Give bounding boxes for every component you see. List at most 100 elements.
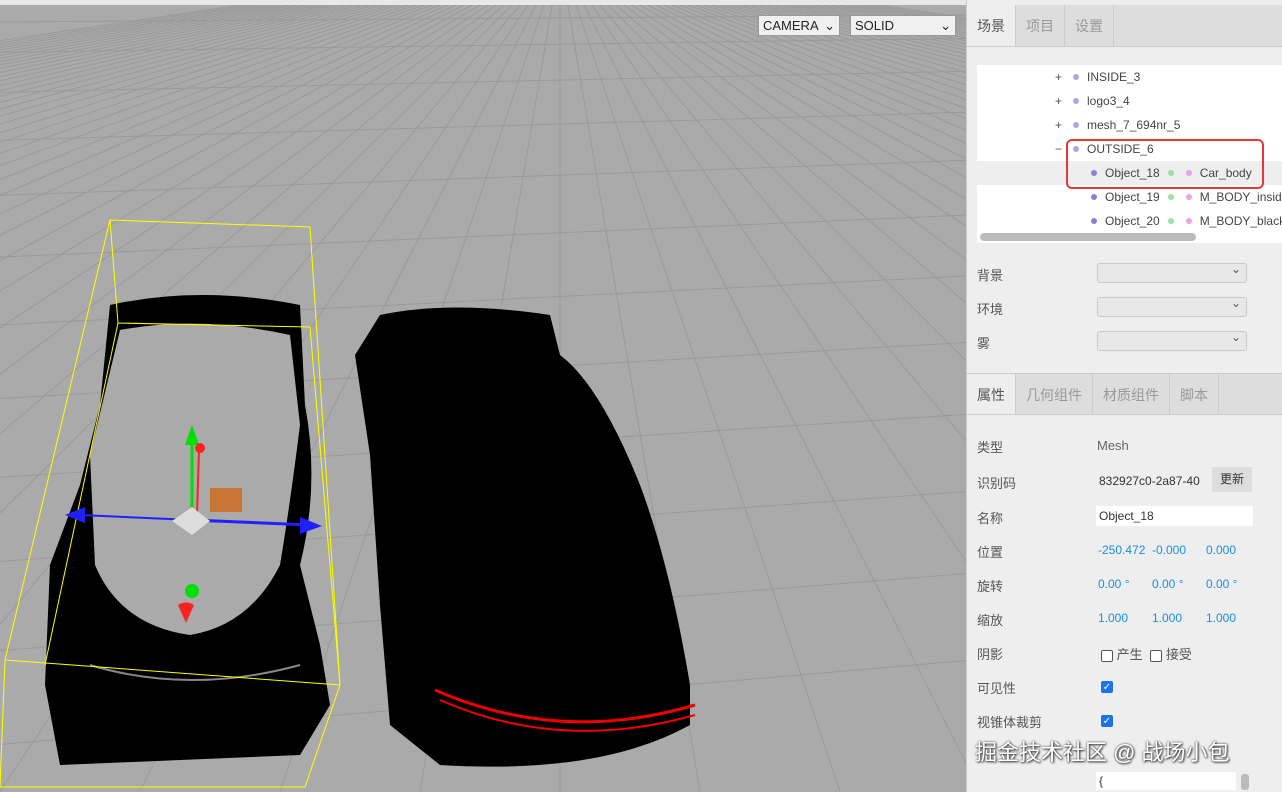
grid-line bbox=[703, 5, 966, 93]
item-label: Object_20 bbox=[1105, 214, 1160, 228]
scale-x-input[interactable]: 1.000 bbox=[1098, 611, 1128, 625]
item-label: mesh_7_694nr_5 bbox=[1087, 118, 1181, 132]
tab-settings[interactable]: 设置 bbox=[1065, 5, 1114, 46]
name-input[interactable]: Object_18 bbox=[1096, 506, 1253, 526]
car-right[interactable] bbox=[355, 307, 696, 767]
camera-select-value: CAMERA bbox=[763, 18, 819, 33]
shadow-label: 阴影 bbox=[977, 647, 1004, 662]
tab-project[interactable]: 项目 bbox=[1016, 5, 1065, 46]
frustum-culled-label: 视锥体裁剪 bbox=[977, 715, 1043, 730]
scale-label: 缩放 bbox=[977, 613, 1004, 628]
outliner-item[interactable]: Object_20 M_BODY_black bbox=[977, 209, 1282, 233]
material-dot-icon bbox=[1185, 218, 1192, 225]
visible-checkbox[interactable]: ✓ bbox=[1101, 680, 1113, 693]
grid-line bbox=[735, 5, 966, 68]
grid-line bbox=[871, 5, 966, 20]
sidebar: 场景 项目 设置 + INSIDE_3 + logo3_4 + mesh_7_694n… bbox=[966, 0, 1282, 792]
material-dot-icon bbox=[1185, 194, 1192, 201]
fog-label: 雾 bbox=[977, 336, 991, 351]
uuid-label: 识别码 bbox=[977, 476, 1017, 491]
material-label: M_BODY_inside bbox=[1199, 190, 1282, 204]
shadow-options: 产生 接受 bbox=[1101, 644, 1192, 663]
geometry-dot-icon bbox=[1167, 194, 1174, 201]
grid-line bbox=[0, 159, 966, 196]
expand-icon[interactable]: + bbox=[1055, 113, 1073, 137]
userdata-scrollbar[interactable] bbox=[1241, 774, 1249, 790]
camera-select[interactable]: CAMERA ⌄ bbox=[758, 15, 840, 36]
chevron-down-icon: ⌄ bbox=[940, 17, 951, 33]
grid-line bbox=[0, 111, 966, 141]
grid-line bbox=[695, 5, 966, 101]
tab-properties[interactable]: 属性 bbox=[967, 374, 1016, 414]
tab-script[interactable]: 脚本 bbox=[1170, 374, 1219, 414]
grid-line bbox=[759, 5, 966, 55]
expand-icon[interactable]: + bbox=[1055, 89, 1073, 113]
position-y-input[interactable]: -0.000 bbox=[1152, 543, 1186, 557]
outliner-item[interactable]: + logo3_4 bbox=[977, 89, 1282, 113]
update-uuid-button[interactable]: 更新 bbox=[1212, 467, 1252, 492]
item-label: logo3_4 bbox=[1087, 94, 1130, 108]
grid-line bbox=[639, 5, 966, 200]
grid-line bbox=[775, 5, 966, 48]
grid-line bbox=[711, 5, 966, 86]
chevron-down-icon: ⌄ bbox=[824, 17, 835, 33]
expand-icon[interactable]: + bbox=[1055, 65, 1073, 89]
object-dot-icon bbox=[1091, 218, 1097, 225]
object-dot-icon bbox=[1073, 98, 1079, 105]
cast-shadow-checkbox[interactable] bbox=[1101, 649, 1113, 662]
sidebar-tabs: 场景 项目 设置 bbox=[967, 5, 1282, 47]
object-dot-icon bbox=[1073, 122, 1079, 129]
grid-line bbox=[831, 5, 966, 29]
watermark: 掘金技术社区 @ 战场小包 bbox=[975, 740, 1230, 765]
userdata-textarea[interactable]: { bbox=[1096, 772, 1236, 790]
scale-z-input[interactable]: 1.000 bbox=[1206, 611, 1236, 625]
scale-y-input[interactable]: 1.000 bbox=[1152, 611, 1182, 625]
shading-select[interactable]: SOLID ⌄ bbox=[850, 15, 956, 36]
fog-select[interactable] bbox=[1097, 330, 1247, 351]
grid-line bbox=[647, 5, 966, 178]
item-label: Object_19 bbox=[1105, 190, 1160, 204]
grid-line bbox=[719, 5, 966, 79]
environment-label: 环境 bbox=[977, 302, 1004, 317]
grid-line bbox=[767, 5, 966, 51]
rotation-x-input[interactable]: 0.00 ° bbox=[1098, 577, 1130, 591]
receive-shadow-label: 接受 bbox=[1165, 647, 1192, 662]
highlight-annotation bbox=[1066, 139, 1264, 189]
grid-line bbox=[743, 5, 966, 63]
grid-line bbox=[807, 5, 966, 36]
type-label: 类型 bbox=[977, 440, 1004, 455]
grid-line bbox=[751, 5, 966, 59]
position-x-input[interactable]: -250.472 bbox=[1098, 543, 1145, 557]
outliner-item[interactable]: + INSIDE_3 bbox=[977, 65, 1282, 89]
3d-viewport[interactable]: CAMERA ⌄ SOLID ⌄ bbox=[0, 5, 966, 792]
rotation-y-input[interactable]: 0.00 ° bbox=[1152, 577, 1184, 591]
grid-line bbox=[823, 5, 966, 32]
scene-canvas[interactable] bbox=[0, 5, 966, 792]
outliner-item[interactable]: + mesh_7_694nr_5 bbox=[977, 113, 1282, 137]
rotation-label: 旋转 bbox=[977, 579, 1004, 594]
tab-material[interactable]: 材质组件 bbox=[1093, 374, 1170, 414]
environment-select[interactable] bbox=[1097, 296, 1247, 317]
name-label: 名称 bbox=[977, 511, 1004, 526]
geometry-dot-icon bbox=[1167, 218, 1174, 225]
grid-line bbox=[0, 70, 966, 93]
tab-scene[interactable]: 场景 bbox=[967, 5, 1016, 46]
object-dot-icon bbox=[1073, 74, 1079, 81]
uuid-value: 832927c0-2a87-40 bbox=[1099, 474, 1200, 488]
receive-shadow-checkbox[interactable] bbox=[1150, 649, 1163, 662]
background-select[interactable] bbox=[1097, 262, 1247, 283]
frustum-culled-checkbox[interactable]: ✓ bbox=[1101, 714, 1113, 727]
grid-line bbox=[783, 5, 966, 45]
grid-line bbox=[863, 5, 966, 22]
rotation-z-input[interactable]: 0.00 ° bbox=[1206, 577, 1238, 591]
material-label: M_BODY_black bbox=[1199, 214, 1282, 228]
position-z-input[interactable]: 0.000 bbox=[1206, 543, 1236, 557]
item-label: INSIDE_3 bbox=[1087, 70, 1141, 84]
object-dot-icon bbox=[1091, 194, 1097, 201]
type-value: Mesh bbox=[1097, 438, 1129, 453]
position-label: 位置 bbox=[977, 545, 1004, 560]
property-tabs: 属性 几何组件 材质组件 脚本 bbox=[967, 373, 1282, 415]
cast-shadow-label: 产生 bbox=[1116, 647, 1143, 662]
tab-geometry[interactable]: 几何组件 bbox=[1016, 374, 1093, 414]
horizontal-scrollbar[interactable] bbox=[980, 233, 1196, 241]
